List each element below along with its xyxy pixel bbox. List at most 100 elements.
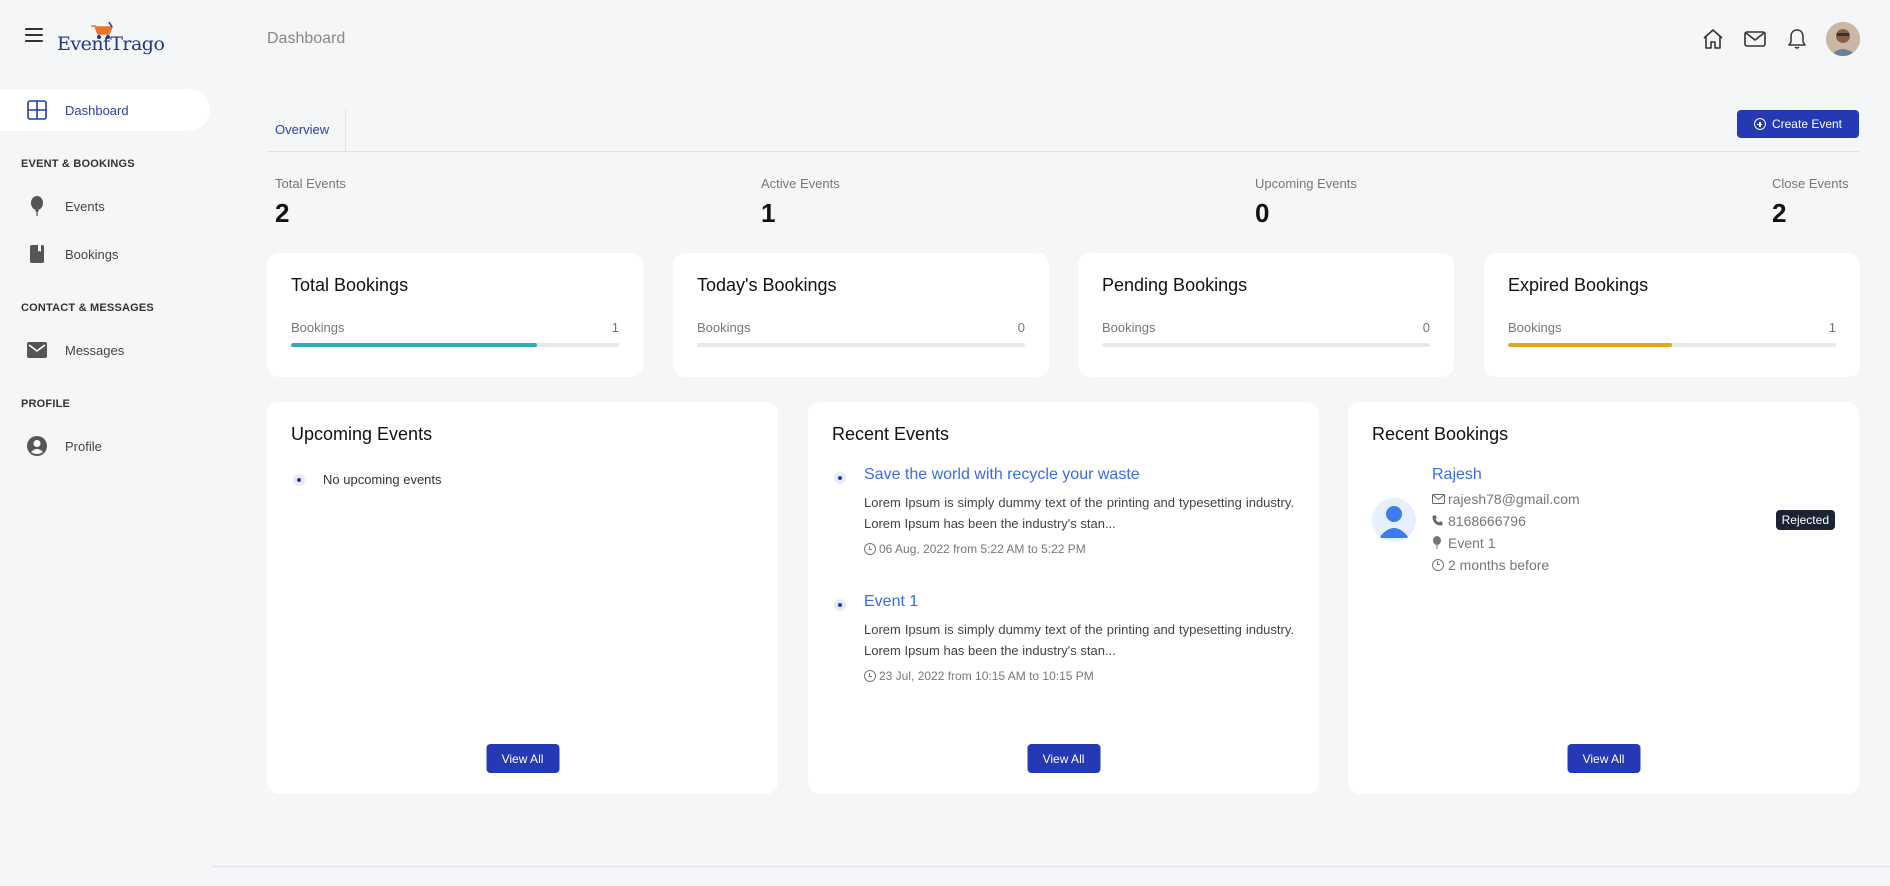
home-icon[interactable] — [1700, 26, 1726, 52]
menu-icon[interactable] — [25, 28, 43, 42]
progress-bar — [291, 343, 619, 347]
book-icon — [26, 243, 48, 265]
stat-value: 0 — [1255, 198, 1270, 228]
plus-circle-icon — [1753, 118, 1766, 130]
card-label: Bookings — [1508, 320, 1562, 335]
balloon-icon — [26, 195, 48, 217]
view-all-upcoming-button[interactable]: View All — [486, 744, 559, 773]
view-all-events-button[interactable]: View All — [1027, 744, 1100, 773]
recent-bookings-card: Recent Bookings Rajesh rajesh78@gmail.co… — [1348, 402, 1859, 794]
view-all-bookings-button[interactable]: View All — [1567, 744, 1640, 773]
card-title: Recent Events — [832, 424, 950, 444]
booking-email: rajesh78@gmail.com — [1432, 490, 1580, 507]
sidebar-item-label: Profile — [65, 438, 102, 454]
bullet-icon — [293, 473, 305, 486]
list-item: No upcoming events — [293, 472, 442, 487]
booking-info: Rajesh rajesh78@gmail.com 8168666796 Eve… — [1432, 466, 1580, 573]
create-event-button[interactable]: Create Event — [1737, 110, 1859, 138]
card-expired-bookings: Expired Bookings Bookings 1 — [1484, 253, 1860, 377]
stat-label: Close Events — [1772, 176, 1849, 191]
card-label: Bookings — [697, 320, 751, 335]
event-description: Lorem Ipsum is simply dummy text of the … — [864, 495, 1294, 531]
stat-value: 1 — [761, 198, 776, 228]
avatar[interactable] — [1826, 22, 1860, 56]
card-title: Expired Bookings — [1508, 275, 1649, 295]
card-label: Bookings — [291, 320, 345, 335]
booking-phone: 8168666796 — [1432, 512, 1580, 529]
sidebar-item-label: Events — [65, 198, 105, 214]
section-title-profile: PROFILE — [21, 398, 71, 410]
stat-total-events: Total Events 2 — [275, 176, 346, 229]
card-label: Bookings — [1102, 320, 1156, 335]
sidebar-item-events[interactable]: Events — [0, 185, 210, 227]
divider — [212, 866, 1890, 867]
sidebar: EventTrago Dashboard EVENT & BOOKINGS Ev… — [0, 0, 212, 886]
card-pending-bookings: Pending Bookings Bookings 0 — [1078, 253, 1454, 377]
grid-icon — [26, 99, 48, 121]
event-date: 23 Jul, 2022 from 10:15 AM to 10:15 PM — [864, 669, 1294, 683]
event-title-link[interactable]: Event 1 — [864, 593, 1294, 611]
progress-bar — [1102, 343, 1430, 347]
list-item: Event 1 Lorem Ipsum is simply dummy text… — [834, 593, 1294, 683]
mail-icon[interactable] — [1742, 26, 1768, 52]
event-description: Lorem Ipsum is simply dummy text of the … — [864, 622, 1294, 658]
stat-upcoming-events: Upcoming Events 0 — [1255, 176, 1357, 229]
status-badge: Rejected — [1775, 510, 1835, 530]
card-count: 1 — [611, 320, 619, 335]
card-count: 1 — [1828, 320, 1836, 335]
section-title-contact-messages: CONTACT & MESSAGES — [21, 302, 154, 314]
user-circle-icon — [26, 435, 48, 457]
tab-overview[interactable]: Overview — [267, 110, 346, 152]
sidebar-item-profile[interactable]: Profile — [0, 425, 210, 467]
sidebar-item-bookings[interactable]: Bookings — [0, 233, 210, 275]
booking-name-link[interactable]: Rajesh — [1432, 466, 1580, 484]
balloon-icon — [1432, 536, 1446, 549]
stat-label: Upcoming Events — [1255, 176, 1357, 191]
card-title: Total Bookings — [291, 275, 409, 295]
stat-label: Active Events — [761, 176, 840, 191]
card-total-bookings: Total Bookings Bookings 1 — [267, 253, 643, 377]
booking-phone-text: 8168666796 — [1448, 512, 1526, 529]
logo-text: EventTrago — [57, 33, 165, 55]
booking-email-text: rajesh78@gmail.com — [1448, 490, 1580, 507]
card-title: Pending Bookings — [1102, 275, 1248, 295]
logo[interactable]: EventTrago — [57, 20, 165, 56]
sidebar-item-label: Bookings — [65, 246, 119, 262]
upcoming-events-card: Upcoming Events No upcoming events View … — [267, 402, 778, 794]
booking-event: Event 1 — [1432, 534, 1580, 551]
stat-label: Total Events — [275, 176, 346, 191]
empty-message: No upcoming events — [323, 472, 442, 487]
card-title: Recent Bookings — [1372, 424, 1509, 444]
card-count: 0 — [1017, 320, 1025, 335]
clock-icon — [864, 670, 876, 682]
bullet-icon — [834, 599, 846, 611]
section-title-events-bookings: EVENT & BOOKINGS — [21, 158, 135, 170]
tab-bar: Overview — [267, 110, 1859, 152]
sidebar-item-label: Messages — [65, 342, 125, 358]
envelope-icon — [26, 339, 48, 361]
event-date: 06 Aug, 2022 from 5:22 AM to 5:22 PM — [864, 542, 1294, 556]
booking-time: 2 months before — [1432, 557, 1580, 573]
stat-active-events: Active Events 1 — [761, 176, 840, 229]
sidebar-item-dashboard[interactable]: Dashboard — [0, 89, 210, 131]
sidebar-item-messages[interactable]: Messages — [0, 329, 210, 371]
create-event-label: Create Event — [1771, 117, 1843, 131]
phone-icon — [1432, 515, 1446, 526]
clock-icon — [864, 543, 876, 555]
recent-events-card: Recent Events Save the world with recycl… — [808, 402, 1319, 794]
event-title-link[interactable]: Save the world with recycle your waste — [864, 466, 1294, 484]
page-title: Dashboard — [267, 30, 346, 47]
booking-event-text: Event 1 — [1448, 534, 1496, 551]
bell-icon[interactable] — [1784, 26, 1810, 52]
progress-fill — [291, 343, 537, 347]
sidebar-item-label: Dashboard — [65, 102, 129, 118]
card-todays-bookings: Today's Bookings Bookings 0 — [673, 253, 1049, 377]
bullet-icon — [834, 472, 846, 484]
card-title: Today's Bookings — [697, 275, 837, 295]
envelope-icon — [1432, 493, 1446, 504]
event-date-text: 23 Jul, 2022 from 10:15 AM to 10:15 PM — [879, 669, 1094, 683]
card-count: 0 — [1422, 320, 1430, 335]
progress-bar — [1508, 343, 1836, 347]
event-date-text: 06 Aug, 2022 from 5:22 AM to 5:22 PM — [879, 542, 1086, 556]
stat-close-events: Close Events 2 — [1772, 176, 1849, 229]
